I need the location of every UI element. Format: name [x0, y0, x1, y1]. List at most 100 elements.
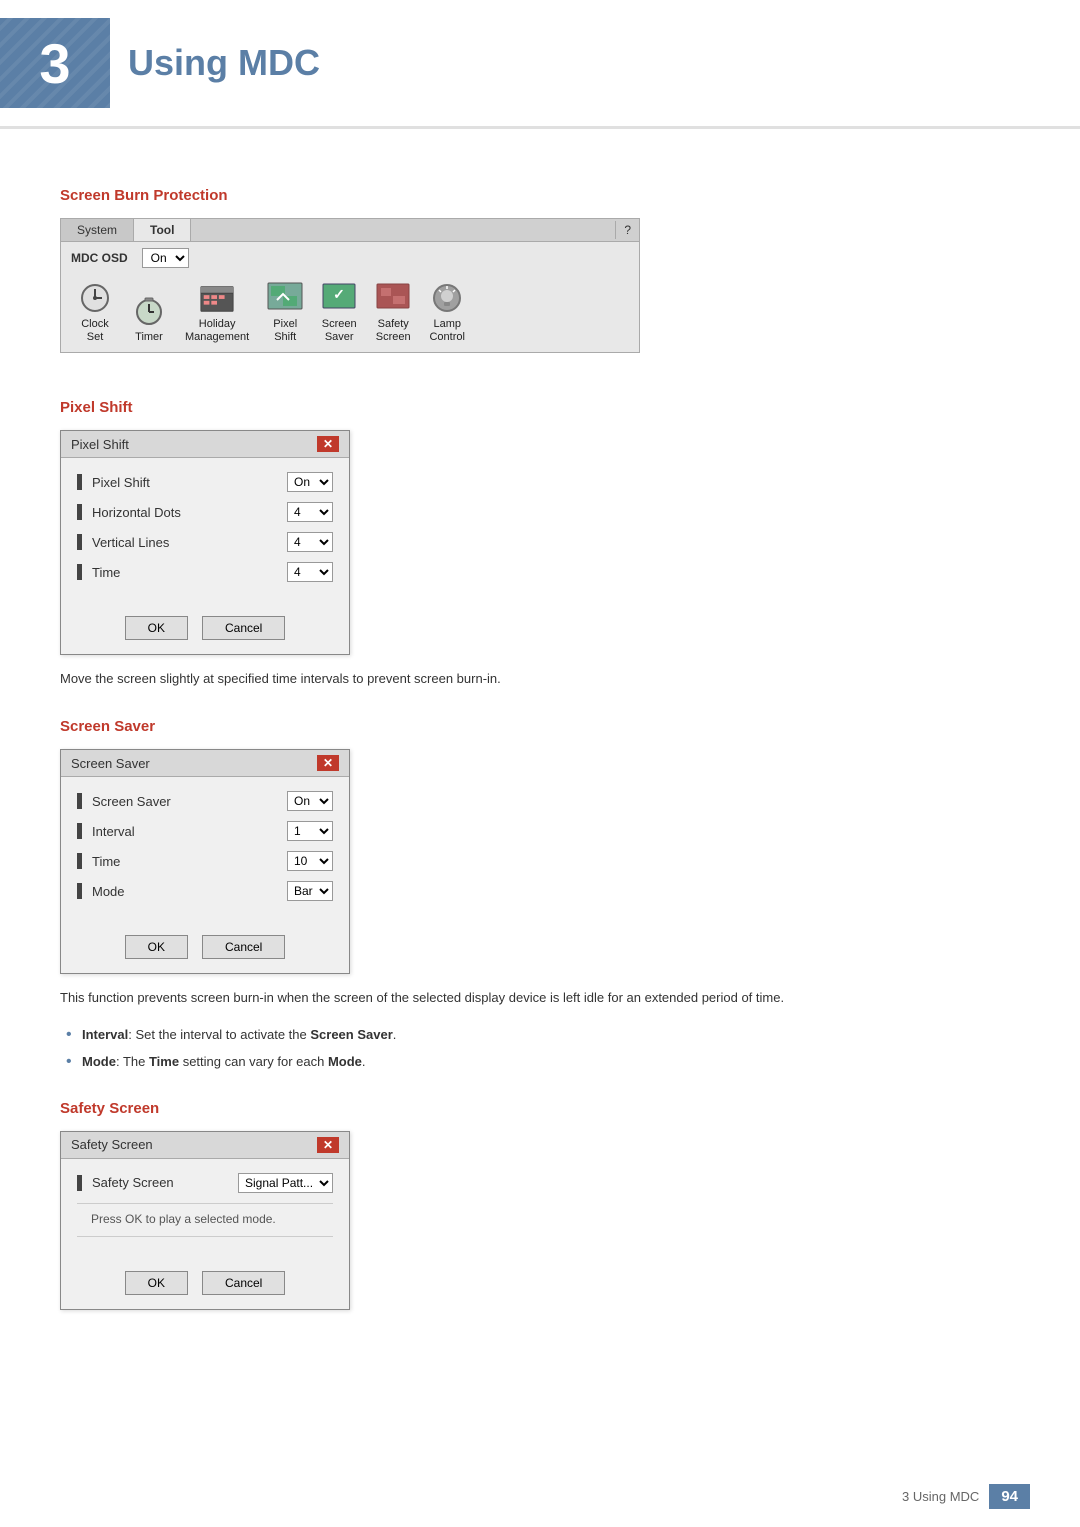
row-value-mode: Bar [287, 881, 333, 901]
pixel-shift-close-button[interactable]: ✕ [317, 436, 339, 452]
section-burn-protection: Screen Burn Protection [60, 187, 1020, 204]
safety-screen-close-button[interactable]: ✕ [317, 1137, 339, 1153]
vertical-lines-select[interactable]: 4 [287, 532, 333, 552]
screen-saver-body: Screen Saver OnOff Interval 1 Time [61, 777, 349, 925]
content-area: Screen Burn Protection System Tool ? MDC… [0, 129, 1080, 1384]
row-value-vertical-lines: 4 [287, 532, 333, 552]
row-value-pixel-shift: OnOff [287, 472, 333, 492]
section-safety-screen: Safety Screen [60, 1100, 1020, 1117]
screen-saver-label: ScreenSaver [322, 318, 357, 344]
screen-saver-footer: OK Cancel [61, 925, 349, 973]
toolbar-icon-clock-set[interactable]: ClockSet [77, 282, 113, 344]
page-footer: 3 Using MDC 94 [902, 1484, 1030, 1509]
row-value-interval: 1 [287, 821, 333, 841]
chapter-title: Using MDC [128, 42, 320, 84]
row-indicator [77, 534, 82, 550]
row-value-safety-screen: Signal Patt... [238, 1173, 333, 1193]
screen-saver-close-button[interactable]: ✕ [317, 755, 339, 771]
safety-screen-label: SafetyScreen [376, 318, 411, 344]
toolbar-icon-screen-saver[interactable]: ✓ ScreenSaver [321, 282, 357, 344]
holiday-management-icon [199, 282, 235, 314]
screen-saver-icon: ✓ [321, 282, 357, 314]
toolbar-tabs: System Tool ? [61, 219, 639, 242]
row-value-horizontal-dots: 4 [287, 502, 333, 522]
safety-screen-info-text: Press OK to play a selected mode. [77, 1203, 333, 1237]
pixel-shift-row-3: Time 4 [77, 562, 333, 582]
pixel-shift-title: Pixel Shift [71, 437, 129, 452]
row-indicator [77, 474, 82, 490]
toolbar-icon-holiday-management[interactable]: HolidayManagement [185, 282, 249, 344]
row-label-interval: Interval [92, 824, 287, 839]
toolbar-icon-safety-screen[interactable]: SafetyScreen [375, 282, 411, 344]
toolbar-icon-pixel-shift[interactable]: PixelShift [267, 282, 303, 344]
svg-text:✓: ✓ [333, 286, 345, 302]
row-value-time-ss: 10 [287, 851, 333, 871]
lamp-control-label: LampControl [429, 318, 464, 344]
screen-saver-cancel-button[interactable]: Cancel [202, 935, 285, 959]
toolbar-tabs-row: System Tool ? [61, 219, 639, 242]
toolbar-icon-lamp-control[interactable]: LampControl [429, 282, 465, 344]
row-indicator [77, 883, 82, 899]
pixel-shift-row-1: Horizontal Dots 4 [77, 502, 333, 522]
row-label-time-ss: Time [92, 854, 287, 869]
safety-screen-cancel-button[interactable]: Cancel [202, 1271, 285, 1295]
safety-screen-ok-button[interactable]: OK [125, 1271, 188, 1295]
pixel-shift-footer: OK Cancel [61, 606, 349, 654]
chapter-number: 3 [0, 18, 110, 108]
screen-saver-select[interactable]: OnOff [287, 791, 333, 811]
time-select[interactable]: 4 [287, 562, 333, 582]
pixel-shift-titlebar: Pixel Shift ✕ [61, 431, 349, 458]
interval-select[interactable]: 1 [287, 821, 333, 841]
bullet-interval-text: : Set the interval to activate the [128, 1027, 310, 1042]
screen-saver-row-3: Mode Bar [77, 881, 333, 901]
row-indicator [77, 564, 82, 580]
row-indicator [77, 793, 82, 809]
section-pixel-shift: Pixel Shift [60, 399, 1020, 416]
row-label-time: Time [92, 565, 287, 580]
tab-system[interactable]: System [61, 219, 134, 241]
footer-chapter-label: 3 Using MDC [902, 1489, 979, 1504]
footer-page-number: 94 [989, 1484, 1030, 1509]
pixel-shift-row-2: Vertical Lines 4 [77, 532, 333, 552]
screen-saver-row-1: Interval 1 [77, 821, 333, 841]
toolbar-icons: ClockSet Timer [61, 274, 639, 352]
row-indicator [77, 1175, 82, 1191]
safety-screen-titlebar: Safety Screen ✕ [61, 1132, 349, 1159]
section-screen-saver: Screen Saver [60, 718, 1020, 735]
safety-screen-select[interactable]: Signal Patt... [238, 1173, 333, 1193]
bullet-interval-bold: Screen Saver [310, 1027, 392, 1042]
screen-saver-description: This function prevents screen burn-in wh… [60, 988, 1020, 1009]
safety-screen-icon [375, 282, 411, 314]
chapter-banner: 3 Using MDC [0, 0, 1080, 129]
timer-label: Timer [135, 331, 163, 344]
safety-screen-title: Safety Screen [71, 1137, 153, 1152]
pixel-shift-dialog: Pixel Shift ✕ Pixel Shift OnOff Horizont… [60, 430, 350, 655]
toolbar-icon-timer[interactable]: Timer [131, 295, 167, 344]
pixel-shift-value-select[interactable]: OnOff [287, 472, 333, 492]
screen-saver-dialog: Screen Saver ✕ Screen Saver OnOff Interv… [60, 749, 350, 974]
row-label-safety-screen: Safety Screen [92, 1175, 238, 1190]
mdc-osd-select[interactable]: On Off [142, 248, 189, 268]
screen-saver-ok-button[interactable]: OK [125, 935, 188, 959]
toolbar-question-icon[interactable]: ? [615, 221, 639, 239]
timer-icon [131, 295, 167, 327]
holiday-management-label: HolidayManagement [185, 318, 249, 344]
row-indicator [77, 853, 82, 869]
pixel-shift-ok-button[interactable]: OK [125, 616, 188, 640]
pixel-shift-body: Pixel Shift OnOff Horizontal Dots 4 [61, 458, 349, 606]
tab-tool[interactable]: Tool [134, 219, 191, 241]
horizontal-dots-select[interactable]: 4 [287, 502, 333, 522]
clock-set-icon [77, 282, 113, 314]
bullet-interval: Interval: Set the interval to activate t… [60, 1025, 1020, 1045]
bullet-mode-text: : The [116, 1054, 149, 1069]
clock-set-label: ClockSet [81, 318, 109, 344]
time-ss-select[interactable]: 10 [287, 851, 333, 871]
pixel-shift-icon [267, 282, 303, 314]
pixel-shift-cancel-button[interactable]: Cancel [202, 616, 285, 640]
chapter-number-text: 3 [39, 31, 70, 96]
row-label-horizontal-dots: Horizontal Dots [92, 505, 287, 520]
mode-select[interactable]: Bar [287, 881, 333, 901]
safety-screen-body: Safety Screen Signal Patt... Press OK to… [61, 1159, 349, 1261]
screen-saver-bullet-list: Interval: Set the interval to activate t… [60, 1025, 1020, 1072]
row-label-pixel-shift: Pixel Shift [92, 475, 287, 490]
